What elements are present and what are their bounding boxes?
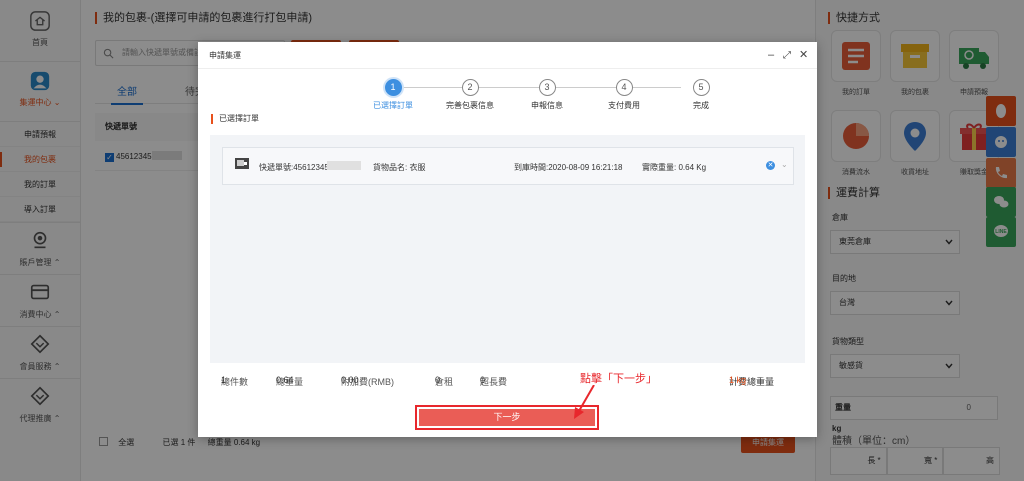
order-tracking: 快遞單號:45612345 [259, 163, 329, 172]
minimize-icon[interactable]: – [768, 42, 774, 69]
list-item[interactable]: 快遞單號:45612345 貨物品名: 衣服 到庫時間:2020-08-09 1… [222, 147, 794, 185]
annotation-arrow [574, 385, 595, 419]
selected-orders-label: 已選擇訂單 [211, 114, 259, 124]
summary-bar: 總件數 1 總重量 0.64 附加費(RMB) 0.00 倉租 0 超長費 0 … [221, 375, 775, 387]
remove-order-icon[interactable]: ✕ [766, 161, 775, 170]
order-weight: 實際重量: 0.64 Kg [642, 163, 707, 172]
chevron-down-icon[interactable]: ⌄ [781, 160, 788, 169]
order-arrival: 到庫時間:2020-08-09 16:21:18 [514, 163, 623, 172]
redacted-mark [327, 161, 361, 170]
apply-collect-modal: 申請集運 – ⤢ ✕ 1 已選擇訂單 2 完善包裹信息 3 申報信息 4 支付費… [198, 42, 817, 437]
order-goods: 貨物品名: 衣服 [373, 163, 426, 172]
annotation-text: 點擊「下一步」 [580, 373, 657, 385]
step-indicator: 1 已選擇訂單 2 完善包裹信息 3 申報信息 4 支付費用 5 完成 [368, 79, 710, 113]
maximize-icon[interactable]: ⤢ [783, 42, 791, 69]
step-1: 1 已選擇訂單 [363, 79, 423, 111]
step-5: 5 完成 [671, 79, 731, 111]
close-icon[interactable]: ✕ [799, 42, 808, 69]
next-button[interactable]: 下一步 [419, 409, 595, 426]
step-2: 2 完善包裹信息 [440, 79, 500, 111]
modal-title: 申請集運 [209, 51, 241, 60]
step-3: 3 申報信息 [517, 79, 577, 111]
step-4: 4 支付費用 [594, 79, 654, 111]
order-list: 快遞單號:45612345 貨物品名: 衣服 到庫時間:2020-08-09 1… [210, 135, 805, 363]
package-icon [235, 158, 249, 169]
modal-header: 申請集運 – ⤢ ✕ [198, 42, 817, 69]
